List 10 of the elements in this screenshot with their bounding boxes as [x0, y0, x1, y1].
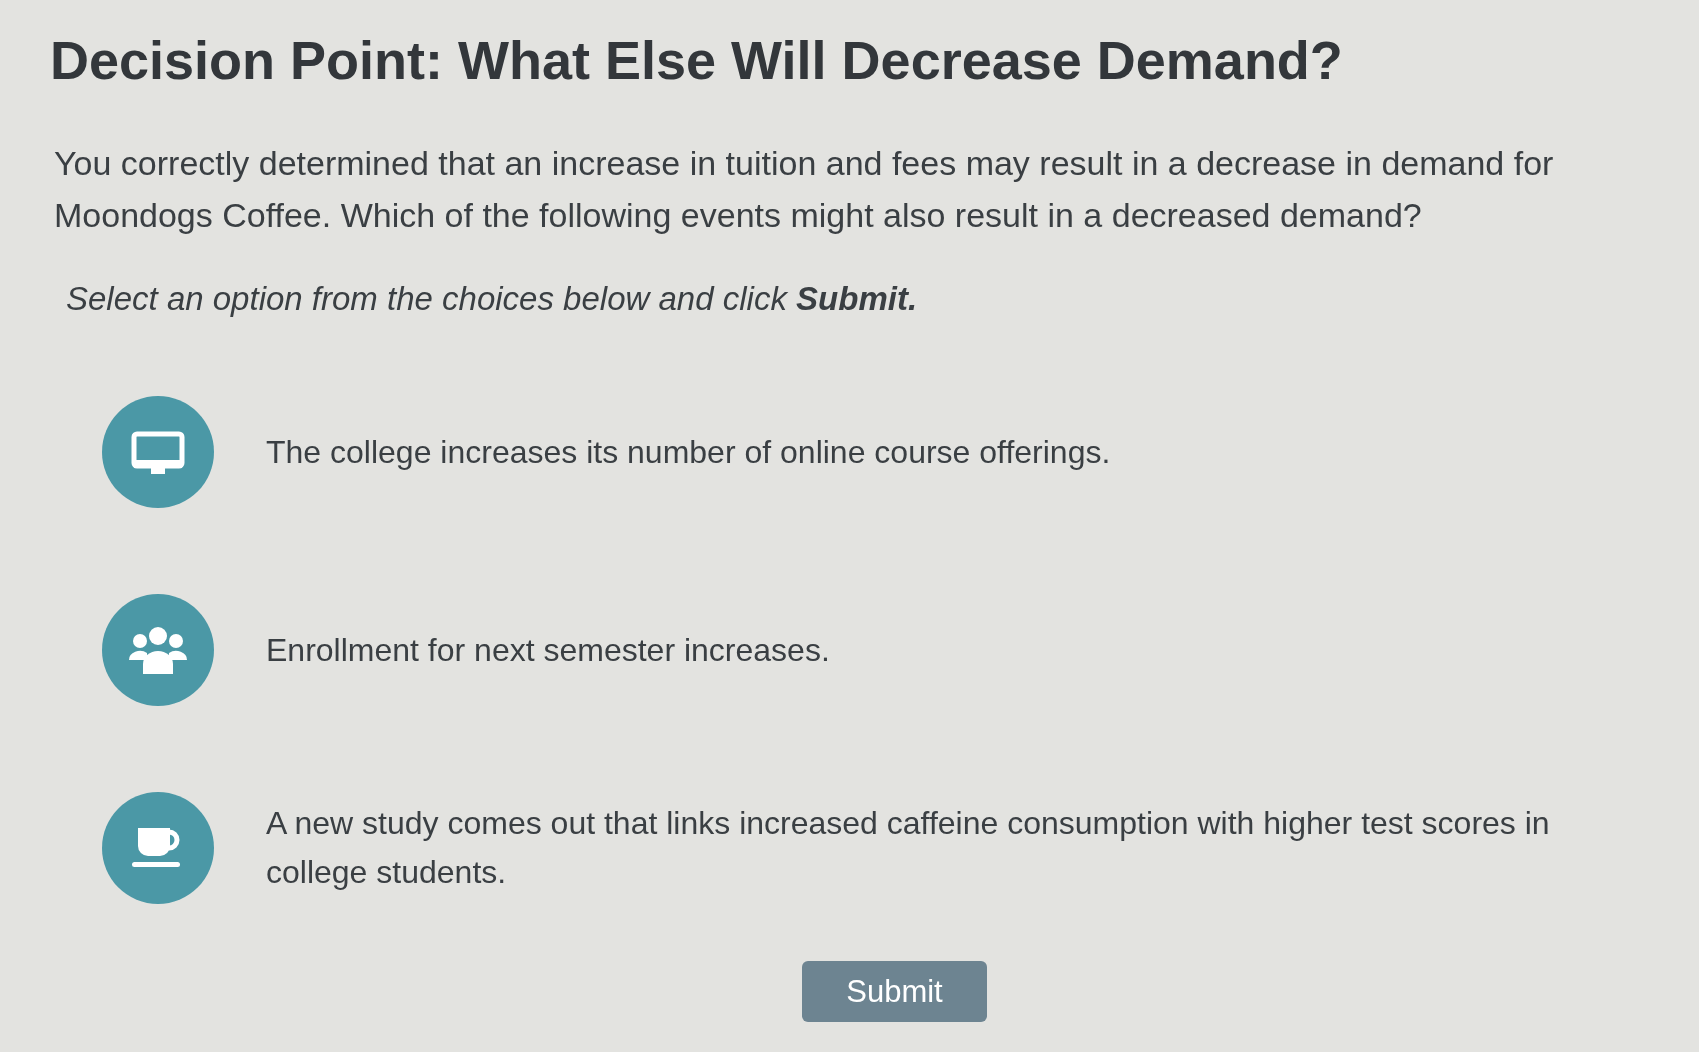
page-heading: Decision Point: What Else Will Decrease Demand?: [50, 29, 1343, 92]
submit-button[interactable]: Submit: [802, 961, 987, 1022]
monitor-icon: [102, 396, 214, 508]
people-group-icon: [102, 594, 214, 706]
answer-option[interactable]: A new study comes out that links increased caffeine consumption with higher test scores in college students.: [102, 792, 1596, 904]
coffee-cup-icon: [102, 792, 214, 904]
answer-option[interactable]: The college increases its number of online course offerings.: [102, 396, 1596, 508]
answer-option[interactable]: Enrollment for next semester increases.: [102, 594, 1596, 706]
question-text: You correctly determined that an increase in tuition and fees may result in a decrease in demand for Moondogs Coffee. Which of the following events might also result in a decreased demand?: [54, 143, 1555, 236]
instruction-text: Select an option from the choices below and click Submit.: [66, 279, 918, 319]
